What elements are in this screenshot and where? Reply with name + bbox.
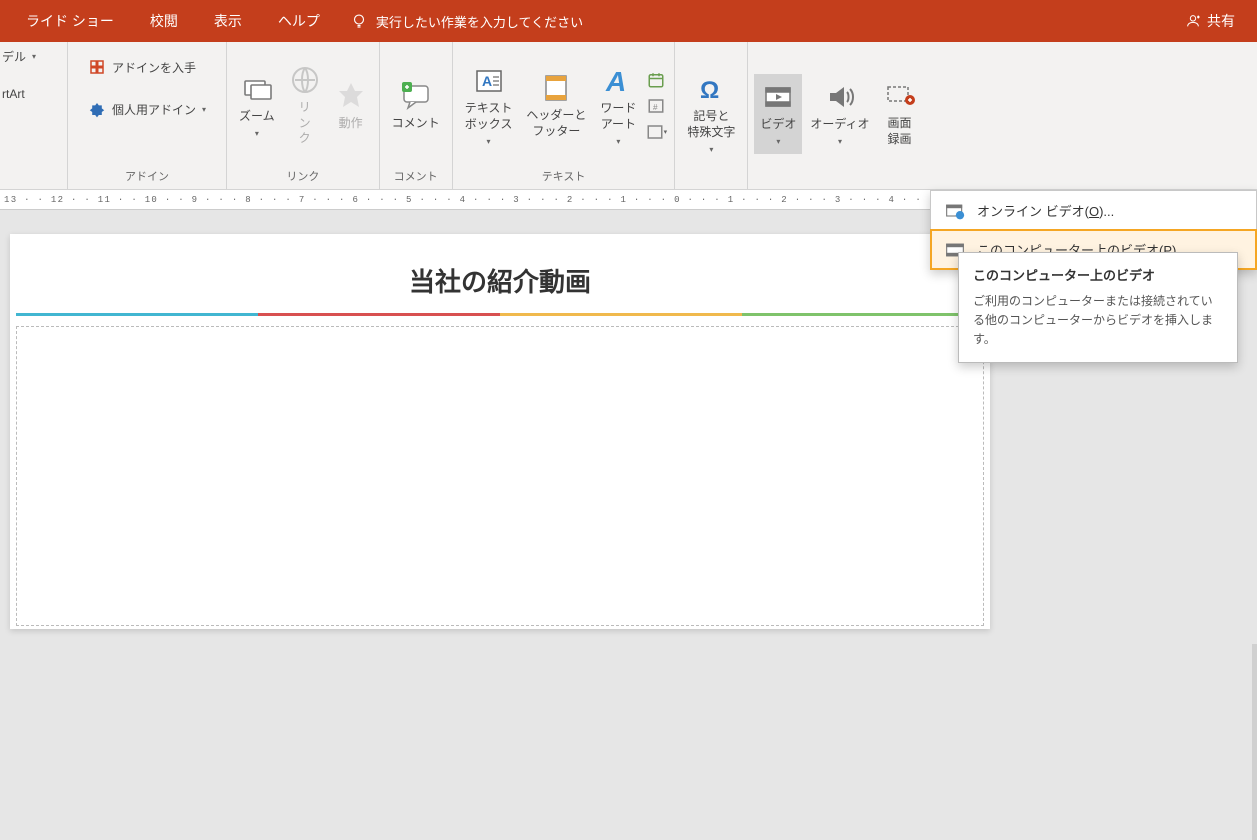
tab-help[interactable]: ヘルプ (260, 1, 338, 41)
object-button[interactable]: ▾ (644, 120, 668, 144)
slide-number-button[interactable]: # (644, 94, 668, 118)
person-share-icon (1185, 13, 1201, 29)
tooltip-title: このコンピューター上のビデオ (973, 265, 1223, 284)
group-label-addins: アドイン (125, 165, 169, 187)
partial-label-1: デル (2, 48, 26, 65)
video-button[interactable]: ビデオ ▾ (754, 74, 802, 154)
recording-icon (884, 80, 916, 112)
chevron-down-icon: ▾ (709, 145, 713, 154)
comment-button[interactable]: コメント (386, 66, 446, 146)
symbol-button[interactable]: Ω 記号と 特殊文字 ▾ (681, 69, 741, 157)
header-footer-button[interactable]: ヘッダーと フッター (520, 66, 592, 146)
textbox-label: テキスト ボックス (465, 101, 513, 132)
group-label-empty (29, 169, 32, 187)
ribbon-group-addins: アドインを入手 個人用アドイン ▾ アドイン (68, 42, 227, 189)
number-icon: # (647, 97, 665, 115)
zoom-button[interactable]: ズーム ▾ (233, 66, 281, 146)
content-placeholder[interactable] (16, 326, 984, 626)
zoom-label: ズーム (239, 109, 275, 125)
tooltip: このコンピューター上のビデオ ご利用のコンピューターまたは接続されている他のコン… (958, 252, 1238, 363)
wordart-label: ワード アート (600, 101, 636, 132)
action-button[interactable]: 動作 (329, 66, 373, 146)
link-label: リ ン ク (299, 100, 311, 147)
textbox-button[interactable]: A テキスト ボックス ▾ (459, 61, 519, 149)
chevron-down-icon: ▾ (32, 52, 36, 61)
share-button[interactable]: 共有 (1171, 3, 1249, 39)
comment-icon (400, 80, 432, 112)
slide-title[interactable]: 当社の紹介動画 (10, 234, 990, 299)
partial-label-2: rtArt (2, 87, 25, 101)
my-addins-label: 個人用アドイン (112, 101, 196, 118)
tab-view[interactable]: 表示 (196, 1, 260, 41)
title-underline (16, 313, 984, 316)
action-label: 動作 (339, 116, 363, 132)
wordart-button[interactable]: A ワード アート ▾ (594, 61, 642, 149)
menu-item-online-video[interactable]: オンライン ビデオ(O)... (931, 191, 1256, 230)
store-icon (88, 58, 106, 76)
addin-icon (88, 100, 106, 118)
svg-text:A: A (482, 73, 492, 89)
chevron-down-icon: ▾ (776, 137, 780, 146)
chevron-down-icon: ▾ (664, 128, 668, 136)
date-icon (647, 71, 665, 89)
title-bar: ライド ショー 校閲 表示 ヘルプ 実行したい作業を入力してください 共有 (0, 0, 1257, 42)
partial-item-2[interactable]: rtArt (0, 85, 27, 103)
ribbon-tabs: ライド ショー 校閲 表示 ヘルプ 実行したい作業を入力してください (8, 1, 595, 41)
slide[interactable]: 当社の紹介動画 (10, 234, 990, 629)
group-label-comments: コメント (394, 165, 438, 187)
group-label-text: テキスト (542, 165, 586, 187)
ribbon-group-symbols: Ω 記号と 特殊文字 ▾ (675, 42, 748, 189)
header-footer-icon (540, 72, 572, 104)
tell-me-search[interactable]: 実行したい作業を入力してください (338, 12, 595, 31)
chevron-down-icon: ▾ (838, 137, 842, 146)
chevron-down-icon: ▾ (487, 137, 491, 146)
lightbulb-icon (350, 12, 368, 30)
wordart-icon: A (602, 65, 634, 97)
ribbon: デル ▾ rtArt アドインを入手 個人用アドイン ▾ アドイン (0, 42, 1257, 190)
ribbon-group-links: ズーム ▾ リ ン ク 動作 リンク (227, 42, 380, 189)
ribbon-group-media: ビデオ ▾ オーディオ ▾ 画面 録画 (748, 42, 927, 189)
chevron-down-icon: ▾ (255, 129, 259, 138)
chevron-down-icon: ▾ (202, 105, 206, 114)
menu-label-online: オンライン ビデオ(O)... (977, 201, 1114, 220)
svg-text:#: # (653, 102, 658, 111)
video-icon (762, 81, 794, 113)
zoom-icon (241, 73, 273, 105)
screen-recording-button[interactable]: 画面 録画 (878, 74, 922, 154)
audio-button[interactable]: オーディオ ▾ (804, 74, 875, 154)
tell-me-label: 実行したい作業を入力してください (376, 12, 583, 31)
group-label-links: リンク (286, 165, 319, 187)
tooltip-body: ご利用のコンピューターまたは接続されている他のコンピューターからビデオを挿入しま… (973, 292, 1223, 350)
share-label: 共有 (1207, 11, 1235, 31)
ribbon-group-comments: コメント コメント (380, 42, 453, 189)
audio-label: オーディオ (810, 117, 869, 133)
action-icon (335, 80, 367, 112)
ribbon-group-partial: デル ▾ rtArt (0, 42, 68, 189)
object-icon (646, 123, 664, 141)
recording-label: 画面 録画 (888, 116, 912, 147)
header-footer-label: ヘッダーと フッター (526, 108, 586, 139)
svg-text:Ω: Ω (700, 77, 719, 104)
textbox-icon: A (473, 65, 505, 97)
date-time-button[interactable] (644, 68, 668, 92)
tab-slideshow[interactable]: ライド ショー (8, 1, 132, 41)
svg-text:A: A (605, 66, 626, 97)
video-label: ビデオ (760, 117, 796, 133)
text-small-stack: # ▾ (644, 68, 668, 144)
get-addins-label: アドインを入手 (112, 59, 196, 76)
omega-icon: Ω (695, 73, 727, 105)
symbol-label: 記号と 特殊文字 (687, 109, 735, 140)
audio-icon (824, 81, 856, 113)
online-video-icon (945, 202, 965, 220)
tab-review[interactable]: 校閲 (132, 1, 196, 41)
ribbon-group-text: A テキスト ボックス ▾ ヘッダーと フッター A ワード アート ▾ (453, 42, 676, 189)
chevron-down-icon: ▾ (616, 137, 620, 146)
get-addins-button[interactable]: アドインを入手 (80, 52, 204, 82)
link-icon (289, 64, 321, 96)
my-addins-button[interactable]: 個人用アドイン ▾ (80, 94, 214, 124)
comment-label: コメント (392, 116, 440, 132)
link-button[interactable]: リ ン ク (283, 60, 327, 151)
partial-item-1[interactable]: デル ▾ (0, 46, 38, 67)
